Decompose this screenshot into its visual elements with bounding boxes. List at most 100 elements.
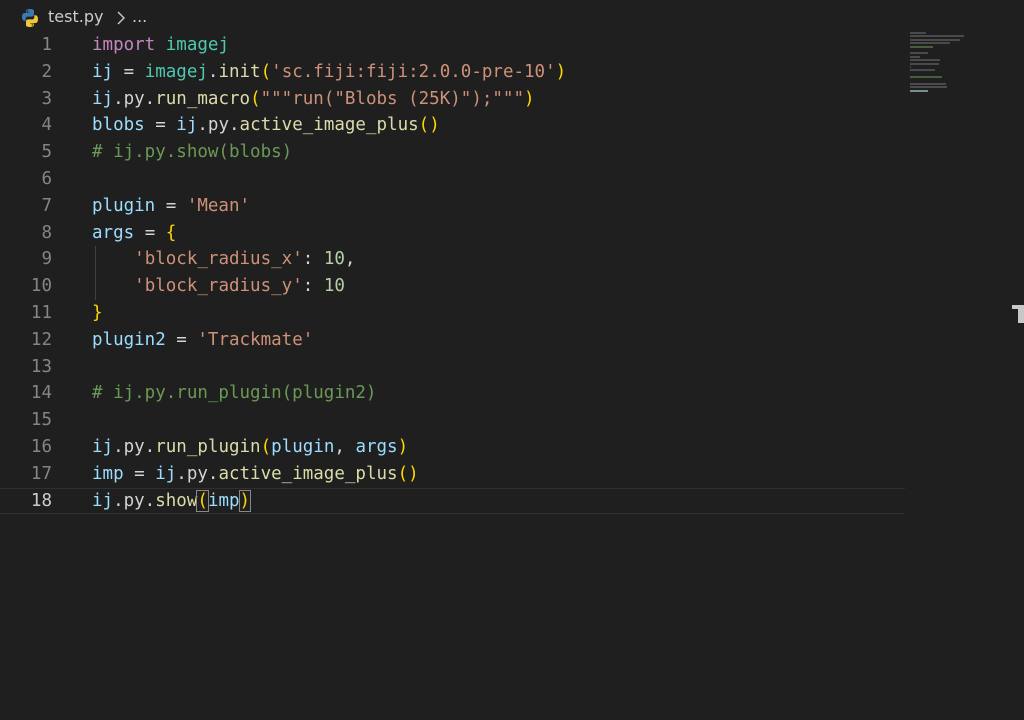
line-number: 14 bbox=[30, 383, 52, 404]
code-token: = bbox=[113, 61, 145, 82]
minimap-line bbox=[910, 89, 928, 92]
code-text[interactable]: ij.py.run_plugin(plugin, args) bbox=[92, 434, 408, 461]
code-line[interactable]: 11} bbox=[0, 300, 1024, 327]
code-text[interactable]: import imagej bbox=[92, 32, 229, 59]
code-token: = bbox=[123, 463, 156, 484]
code-token: .py. bbox=[176, 463, 219, 484]
code-token: run_plugin bbox=[155, 436, 261, 457]
code-token: 'block_radius_y' bbox=[134, 276, 303, 297]
scrollbar-thumb[interactable] bbox=[1018, 309, 1024, 323]
code-token: = bbox=[134, 222, 166, 243]
code-token: # ij.py.run_plugin(plugin2) bbox=[92, 383, 377, 404]
line-number: 17 bbox=[30, 463, 52, 484]
code-line[interactable]: 4 blobs = ij.py.active_image_plus() bbox=[0, 112, 1024, 139]
code-token: imp bbox=[207, 490, 240, 511]
code-token: 10 bbox=[323, 249, 345, 270]
code-token: .py. bbox=[113, 436, 156, 457]
code-token: imagej bbox=[165, 35, 229, 55]
indent-guide bbox=[95, 246, 96, 300]
line-number: 3 bbox=[41, 88, 52, 109]
code-token: , bbox=[334, 436, 356, 457]
code-token: .py. bbox=[197, 115, 240, 136]
code-token: ij bbox=[92, 436, 114, 457]
code-token: show bbox=[155, 490, 198, 511]
line-number: 6 bbox=[41, 168, 52, 189]
code-line[interactable]: 16 ij.py.run_plugin(plugin, args) bbox=[0, 434, 1024, 461]
code-token: .py. bbox=[113, 490, 156, 511]
code-token: ( bbox=[260, 436, 272, 457]
code-line[interactable]: 1 import imagej bbox=[0, 32, 1024, 59]
line-number: 16 bbox=[30, 436, 52, 457]
minimap-line bbox=[910, 52, 928, 55]
minimap-line bbox=[910, 45, 933, 48]
breadcrumb-symbols[interactable]: ... bbox=[132, 7, 147, 26]
minimap[interactable] bbox=[910, 32, 970, 92]
code-line[interactable]: 10 'block_radius_y': 10 bbox=[0, 273, 1024, 300]
code-text[interactable]: ij = imagej.init('sc.fiji:fiji:2.0.0-pre… bbox=[92, 59, 566, 86]
code-text[interactable]: 'block_radius_y': 10 bbox=[92, 273, 345, 300]
code-line[interactable]: 18 ij.py.show(imp) bbox=[0, 488, 905, 515]
code-token: } bbox=[92, 302, 103, 323]
code-token: ij bbox=[155, 463, 177, 484]
breadcrumb: test.py ... bbox=[0, 0, 1024, 36]
code-text[interactable]: imp = ij.py.active_image_plus() bbox=[92, 461, 419, 488]
code-token: args bbox=[92, 222, 135, 243]
code-text[interactable]: plugin2 = 'Trackmate' bbox=[92, 327, 313, 354]
line-number: 2 bbox=[41, 61, 52, 82]
code-token: () bbox=[397, 463, 419, 484]
code-editor[interactable]: 1 import imagej 2 ij = imagej.init('sc.fiji… bbox=[0, 32, 1024, 514]
code-token: ij bbox=[92, 490, 114, 511]
code-token: = bbox=[144, 115, 177, 136]
code-line[interactable]: 14 # ij.py.run_plugin(plugin2) bbox=[0, 380, 1024, 407]
code-token: , bbox=[344, 249, 356, 270]
code-line[interactable]: 15 bbox=[0, 407, 1024, 434]
line-number: 4 bbox=[41, 115, 52, 136]
code-text[interactable]: ij.py.run_macro("""run("Blobs (25K)");""… bbox=[92, 86, 535, 113]
line-number: 9 bbox=[41, 249, 52, 270]
code-token: ( bbox=[250, 88, 261, 109]
code-line[interactable]: 8 args = { bbox=[0, 220, 1024, 247]
code-token: args bbox=[355, 436, 398, 457]
code-text[interactable]: } bbox=[92, 300, 103, 327]
code-line[interactable]: 17 imp = ij.py.active_image_plus() bbox=[0, 461, 1024, 488]
code-token: # ij.py.show(blobs) bbox=[92, 142, 293, 163]
code-token: import bbox=[92, 35, 156, 55]
line-number: 1 bbox=[41, 35, 52, 55]
code-text[interactable]: # ij.py.run_plugin(plugin2) bbox=[92, 380, 376, 407]
code-text[interactable]: blobs = ij.py.active_image_plus() bbox=[92, 112, 440, 139]
code-line[interactable]: 7 plugin = 'Mean' bbox=[0, 193, 1024, 220]
code-token: ( bbox=[196, 489, 209, 512]
code-token: plugin bbox=[271, 436, 335, 457]
minimap-line bbox=[910, 65, 912, 68]
line-number: 10 bbox=[30, 276, 52, 297]
code-token: 'Mean' bbox=[186, 195, 251, 216]
code-token: 'sc.fiji:fiji:2.0.0-pre-10' bbox=[271, 61, 556, 82]
code-token: . bbox=[207, 61, 219, 82]
breadcrumb-file-name[interactable]: test.py bbox=[48, 7, 103, 26]
code-text[interactable]: ij.py.show(imp) bbox=[92, 488, 252, 515]
code-line[interactable]: 13 bbox=[0, 354, 1024, 381]
code-line[interactable]: 12 plugin2 = 'Trackmate' bbox=[0, 327, 1024, 354]
minimap-line bbox=[910, 38, 961, 41]
code-token: imp bbox=[92, 463, 124, 484]
code-text[interactable]: # ij.py.show(blobs) bbox=[92, 139, 292, 166]
minimap-line bbox=[910, 76, 943, 79]
code-text[interactable]: plugin = 'Mean' bbox=[92, 193, 250, 220]
line-number: 12 bbox=[30, 329, 52, 350]
code-token: blobs bbox=[92, 115, 145, 136]
code-line[interactable]: 2 ij = imagej.init('sc.fiji:fiji:2.0.0-pr… bbox=[0, 59, 1024, 86]
minimap-line bbox=[910, 69, 936, 72]
code-text[interactable]: args = { bbox=[92, 220, 176, 247]
code-text[interactable]: 'block_radius_x': 10, bbox=[92, 246, 355, 273]
minimap-line bbox=[910, 82, 946, 85]
code-line[interactable]: 3 ij.py.run_macro("""run("Blobs (25K)");"… bbox=[0, 86, 1024, 113]
code-token: ) bbox=[238, 489, 252, 512]
code-line[interactable]: 9 'block_radius_x': 10, bbox=[0, 246, 1024, 273]
code-line[interactable]: 6 bbox=[0, 166, 1024, 193]
code-token: ) bbox=[555, 61, 567, 82]
code-token: imagej bbox=[144, 61, 208, 82]
code-token: .py. bbox=[113, 88, 156, 109]
code-line[interactable]: 5 # ij.py.show(blobs) bbox=[0, 139, 1024, 166]
